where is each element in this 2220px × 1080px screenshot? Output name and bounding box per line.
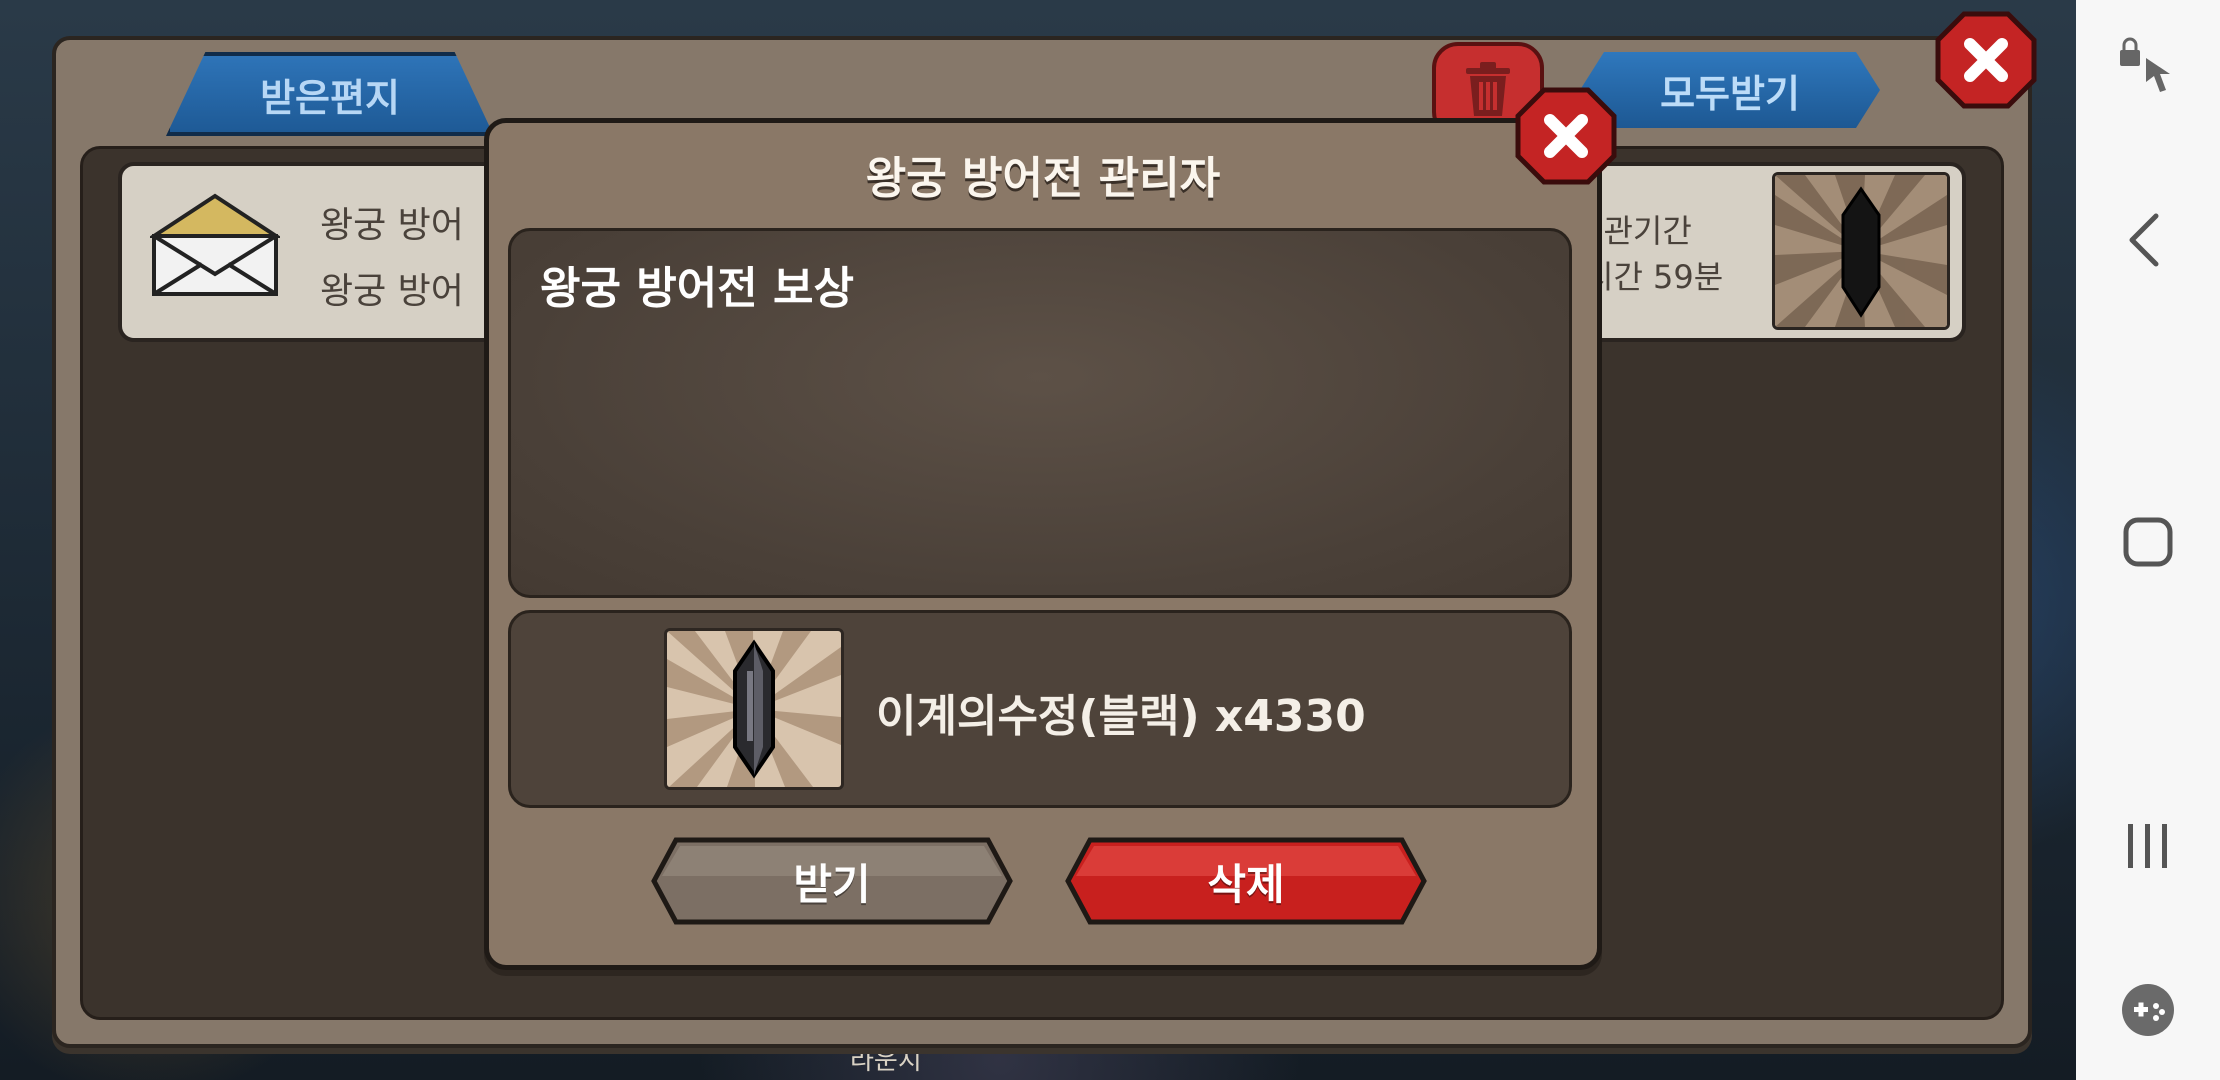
black-crystal-icon — [664, 628, 844, 790]
back-icon[interactable] — [2116, 208, 2180, 272]
delete-button[interactable]: 삭제 — [1064, 836, 1428, 926]
home-icon[interactable] — [2116, 510, 2180, 574]
open-envelope-icon — [147, 190, 283, 304]
dialog-title: 왕궁 방어전 관리자 — [865, 153, 1221, 204]
receive-all-button[interactable]: 모두받기 — [1580, 52, 1880, 128]
receive-label: 받기 — [793, 859, 871, 909]
close-icon — [1515, 87, 1617, 185]
mail-item-thumbnail — [1772, 172, 1950, 330]
close-icon — [1935, 11, 2037, 109]
mail-subtitle: 왕궁 방어 — [320, 271, 464, 312]
receive-button[interactable]: 받기 — [650, 836, 1014, 926]
close-mail-button[interactable] — [1934, 10, 2038, 110]
close-dialog-button[interactable] — [1514, 86, 1618, 186]
time-remaining: 시간 59분 — [1584, 258, 1724, 296]
message-text: 왕궁 방어전 보상 — [540, 263, 854, 314]
tab-received-mail[interactable]: 받은편지 — [166, 52, 494, 136]
mail-title: 왕궁 방어 — [320, 205, 464, 246]
delete-label: 삭제 — [1207, 859, 1285, 909]
reward-label: 이계의수정(블랙) x4330 — [876, 691, 1366, 742]
recents-icon[interactable] — [2116, 814, 2180, 878]
screen-lock-touch-icon[interactable] — [2116, 36, 2180, 100]
trash-icon — [1466, 62, 1510, 116]
game-tools-icon[interactable] — [2116, 978, 2180, 1042]
